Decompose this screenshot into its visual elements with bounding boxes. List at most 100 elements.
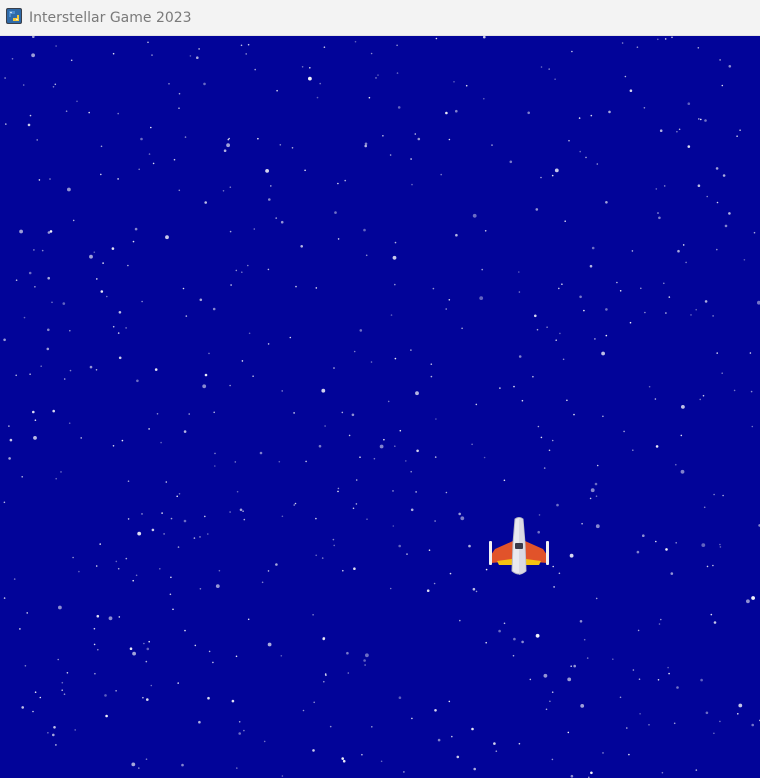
star <box>612 658 614 660</box>
star <box>125 327 127 329</box>
star <box>589 264 593 268</box>
star <box>280 220 284 224</box>
star <box>146 647 150 651</box>
star <box>733 389 736 392</box>
star <box>11 58 14 60</box>
star <box>518 291 521 293</box>
star <box>704 300 708 303</box>
star <box>295 285 297 288</box>
star <box>665 548 668 551</box>
star <box>226 143 231 148</box>
star <box>451 735 453 738</box>
star <box>118 356 122 360</box>
star <box>365 653 369 658</box>
star <box>141 513 143 515</box>
star <box>9 438 13 442</box>
star <box>655 445 659 448</box>
star <box>184 629 186 632</box>
star <box>561 283 563 285</box>
star <box>685 261 687 264</box>
star <box>545 708 548 711</box>
game-canvas[interactable] <box>0 36 760 778</box>
star <box>668 296 671 298</box>
star <box>509 160 513 164</box>
star <box>605 308 608 311</box>
star <box>80 437 82 439</box>
star <box>118 616 121 618</box>
star <box>644 311 646 314</box>
star <box>127 264 129 267</box>
star <box>682 244 685 246</box>
star <box>347 672 350 674</box>
star <box>93 627 96 630</box>
star <box>678 128 681 131</box>
star <box>415 491 417 493</box>
star <box>259 451 263 455</box>
star <box>472 213 477 218</box>
star <box>605 201 608 204</box>
star <box>267 268 270 271</box>
star <box>316 96 319 99</box>
star <box>605 334 608 337</box>
game-window: Interstellar Game 2023 <box>0 0 760 778</box>
star <box>569 553 574 558</box>
star <box>172 608 174 611</box>
star <box>573 413 575 416</box>
star <box>229 511 231 513</box>
star <box>40 365 42 368</box>
star <box>89 365 93 369</box>
star <box>163 533 165 535</box>
star <box>713 493 715 496</box>
star <box>596 464 599 467</box>
star <box>117 112 119 115</box>
star <box>342 759 346 763</box>
star <box>579 295 582 299</box>
star <box>601 351 605 356</box>
star <box>363 659 366 662</box>
star <box>312 614 314 616</box>
star <box>551 691 554 693</box>
star <box>398 696 402 699</box>
star <box>96 614 100 618</box>
star <box>698 118 700 120</box>
star <box>468 544 471 548</box>
star <box>321 388 326 393</box>
star <box>72 556 74 559</box>
star <box>194 644 197 647</box>
player-spaceship[interactable] <box>487 515 551 579</box>
star <box>5 123 7 125</box>
star <box>426 589 430 592</box>
starfield <box>3 36 760 778</box>
star <box>655 540 657 543</box>
star <box>100 290 104 293</box>
star <box>359 329 363 332</box>
star <box>479 296 484 300</box>
star <box>141 300 143 303</box>
star <box>579 620 583 623</box>
star <box>697 47 700 49</box>
star <box>518 271 520 273</box>
star <box>621 42 624 44</box>
star <box>55 744 57 746</box>
star <box>551 758 554 761</box>
star <box>93 643 96 646</box>
star <box>721 372 723 375</box>
star <box>305 460 307 463</box>
star <box>189 55 192 57</box>
star <box>558 572 561 575</box>
star <box>337 238 340 240</box>
star <box>659 129 663 132</box>
star <box>448 138 451 141</box>
star <box>602 415 604 418</box>
star <box>405 460 407 462</box>
spaceship-cockpit <box>515 543 523 549</box>
star <box>247 264 249 267</box>
star <box>291 147 294 149</box>
star <box>337 490 339 493</box>
star <box>234 461 237 463</box>
star <box>63 693 66 695</box>
star <box>594 482 598 486</box>
star <box>247 618 250 621</box>
window-titlebar[interactable]: Interstellar Game 2023 <box>0 0 760 36</box>
star <box>270 185 272 187</box>
